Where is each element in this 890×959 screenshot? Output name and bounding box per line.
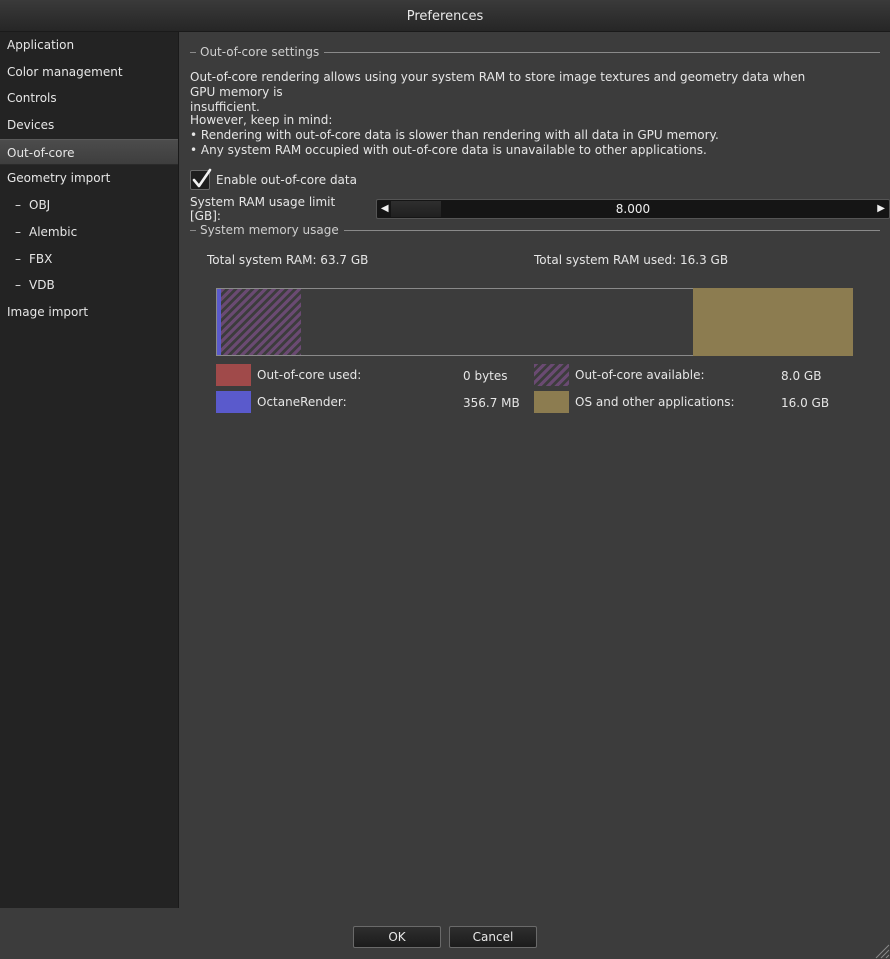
legend-swatch-out-of-core-used bbox=[216, 364, 251, 386]
legend-out-of-core-used: Out-of-core used: bbox=[216, 364, 361, 386]
ooc-description: Out-of-core rendering allows using your … bbox=[190, 70, 830, 115]
enable-ooc-label: Enable out-of-core data bbox=[216, 173, 357, 187]
memory-usage-header: System memory usage bbox=[190, 222, 880, 238]
legend-value-octane-render: 356.7 MB bbox=[463, 396, 520, 410]
window-title: Preferences bbox=[406, 9, 484, 24]
sidebar-item-color-management[interactable]: Color management bbox=[0, 59, 178, 86]
memory-usage-bar bbox=[216, 288, 853, 356]
legend-swatch-out-of-core-available bbox=[534, 364, 569, 386]
sidebar-item-image-import[interactable]: Image import bbox=[0, 299, 178, 326]
sidebar-item-application[interactable]: Application bbox=[0, 32, 178, 59]
checkmark-icon bbox=[192, 168, 212, 188]
used-ram-label: Total system RAM used: 16.3 GB bbox=[534, 253, 729, 267]
sidebar-item-geometry-import[interactable]: Geometry import bbox=[0, 165, 178, 192]
sidebar-item-vdb[interactable]: – VDB bbox=[0, 272, 178, 299]
ram-limit-row: System RAM usage limit [GB]: ◀ 8.000 ▶ bbox=[190, 195, 890, 223]
ooc-settings-heading: Out-of-core settings bbox=[200, 45, 320, 59]
sub-item-dash: – bbox=[15, 251, 21, 266]
sidebar-item-alembic[interactable]: – Alembic bbox=[0, 219, 178, 246]
caveat-bullet-2: • Any system RAM occupied with out-of-co… bbox=[190, 143, 707, 157]
sidebar-item-out-of-core[interactable]: Out-of-core bbox=[0, 138, 178, 166]
ooc-caveats: However, keep in mind: • Rendering with … bbox=[190, 113, 830, 158]
sidebar-item-label: Alembic bbox=[29, 224, 78, 239]
legend-value-out-of-core-available: 8.0 GB bbox=[781, 369, 822, 383]
sub-item-dash: – bbox=[15, 224, 21, 239]
sidebar-item-label: VDB bbox=[29, 278, 55, 293]
total-ram-label: Total system RAM: 63.7 GB bbox=[207, 253, 369, 267]
header-rule-lead bbox=[190, 229, 196, 231]
keep-in-mind-text: However, keep in mind: bbox=[190, 113, 333, 127]
sidebar-footer-area bbox=[0, 908, 179, 959]
sidebar-item-fbx[interactable]: – FBX bbox=[0, 246, 178, 273]
ooc-settings-header: Out-of-core settings bbox=[190, 44, 880, 60]
cancel-button[interactable]: Cancel bbox=[449, 926, 537, 948]
legend-label: Out-of-core used: bbox=[257, 368, 362, 382]
sidebar-item-label: OBJ bbox=[29, 198, 51, 213]
legend-label: Out-of-core available: bbox=[575, 368, 705, 382]
ram-limit-slider[interactable]: ◀ 8.000 ▶ bbox=[375, 199, 890, 219]
resize-grip-icon[interactable] bbox=[870, 939, 890, 959]
header-rule bbox=[343, 229, 880, 231]
caveat-bullet-1: • Rendering with out-of-core data is slo… bbox=[190, 128, 719, 142]
legend-out-of-core-available: Out-of-core available: bbox=[534, 364, 705, 386]
preferences-sidebar: Application Color management Controls De… bbox=[0, 32, 179, 908]
sidebar-item-obj[interactable]: – OBJ bbox=[0, 192, 178, 219]
legend-swatch-os-and-other bbox=[534, 391, 569, 413]
ram-limit-value: 8.000 bbox=[615, 202, 651, 216]
legend-label: OS and other applications: bbox=[575, 395, 735, 409]
ooc-description-line-1: Out-of-core rendering allows using your … bbox=[190, 70, 806, 99]
bar-segment-out-of-core-available bbox=[221, 289, 301, 355]
legend-octane-render: OctaneRender: bbox=[216, 391, 347, 413]
legend-value-out-of-core-used: 0 bytes bbox=[463, 369, 508, 383]
enable-ooc-checkbox[interactable] bbox=[190, 168, 212, 190]
sub-item-dash: – bbox=[15, 278, 21, 293]
header-rule bbox=[324, 51, 880, 53]
enable-ooc-row: Enable out-of-core data bbox=[190, 168, 357, 190]
slider-increase-arrow-icon[interactable]: ▶ bbox=[877, 203, 885, 214]
sidebar-item-label: FBX bbox=[29, 251, 53, 266]
sidebar-item-controls[interactable]: Controls bbox=[0, 85, 178, 112]
legend-value-os-and-other: 16.0 GB bbox=[781, 396, 830, 410]
ram-limit-label: System RAM usage limit [GB]: bbox=[190, 195, 336, 223]
window-title-bar: Preferences bbox=[0, 0, 890, 32]
header-rule-lead bbox=[190, 51, 196, 53]
bar-segment-os-and-other bbox=[693, 288, 853, 356]
legend-os-and-other: OS and other applications: bbox=[534, 391, 735, 413]
ok-button[interactable]: OK bbox=[353, 926, 441, 948]
memory-usage-heading: System memory usage bbox=[200, 223, 339, 237]
legend-label: OctaneRender: bbox=[257, 395, 347, 409]
preferences-content: Out-of-core settings Out-of-core renderi… bbox=[180, 32, 890, 908]
legend-swatch-octane-render bbox=[216, 391, 251, 413]
sub-item-dash: – bbox=[15, 198, 21, 213]
sidebar-item-devices[interactable]: Devices bbox=[0, 112, 178, 139]
